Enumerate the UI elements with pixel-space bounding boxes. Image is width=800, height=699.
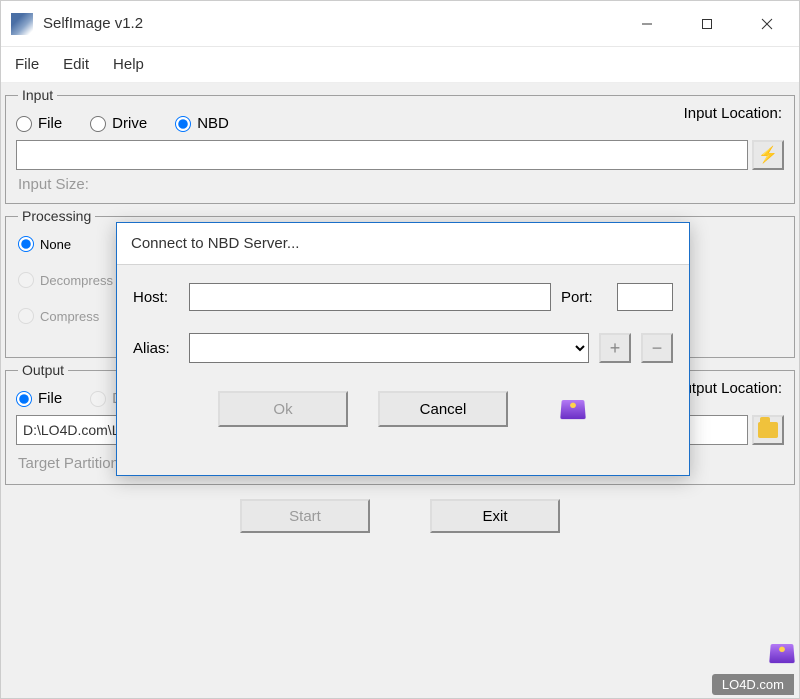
- watermark: LO4D.com: [712, 674, 794, 695]
- menubar: File Edit Help: [1, 47, 799, 83]
- corner-help-button[interactable]: [770, 643, 794, 663]
- minimize-button[interactable]: [617, 3, 677, 45]
- bolt-icon: ⚡: [758, 145, 778, 165]
- input-location-label: Input Location:: [682, 105, 784, 122]
- host-label: Host:: [133, 289, 179, 306]
- dialog-help-button[interactable]: [558, 394, 588, 424]
- dialog-title: Connect to NBD Server...: [117, 223, 689, 265]
- input-legend: Input: [18, 87, 57, 103]
- app-title: SelfImage v1.2: [43, 15, 143, 32]
- close-button[interactable]: [737, 3, 797, 45]
- book-icon: [560, 400, 586, 419]
- input-location-field[interactable]: [16, 140, 748, 170]
- port-label: Port:: [561, 289, 607, 306]
- dialog-ok-button[interactable]: Ok: [218, 391, 348, 427]
- titlebar: SelfImage v1.2: [1, 1, 799, 47]
- alias-add-button[interactable]: +: [599, 333, 631, 363]
- menu-help[interactable]: Help: [113, 56, 144, 73]
- alias-select[interactable]: [189, 333, 589, 363]
- input-size-label: Input Size:: [16, 170, 784, 193]
- app-icon: [11, 13, 33, 35]
- plus-icon: +: [610, 338, 621, 359]
- book-icon: [769, 644, 795, 663]
- output-browse-button[interactable]: [752, 415, 784, 445]
- port-input[interactable]: [617, 283, 673, 311]
- output-radio-file[interactable]: File: [16, 390, 62, 407]
- output-legend: Output: [18, 362, 68, 378]
- folder-icon: [758, 422, 778, 438]
- alias-label: Alias:: [133, 340, 179, 357]
- nbd-connect-dialog: Connect to NBD Server... Host: Port: Ali…: [116, 222, 690, 476]
- alias-remove-button[interactable]: −: [641, 333, 673, 363]
- window-controls: [617, 3, 797, 45]
- menu-file[interactable]: File: [15, 56, 39, 73]
- maximize-button[interactable]: [677, 3, 737, 45]
- input-radio-nbd[interactable]: NBD: [175, 115, 229, 132]
- exit-button[interactable]: Exit: [430, 499, 560, 533]
- host-input[interactable]: [189, 283, 551, 311]
- input-radio-drive[interactable]: Drive: [90, 115, 147, 132]
- dialog-cancel-button[interactable]: Cancel: [378, 391, 508, 427]
- bottom-bar: Start Exit: [5, 489, 795, 547]
- input-radio-file[interactable]: File: [16, 115, 62, 132]
- menu-edit[interactable]: Edit: [63, 56, 89, 73]
- input-browse-button[interactable]: ⚡: [752, 140, 784, 170]
- input-groupbox: Input Input Location: File Drive NBD ⚡ I…: [5, 87, 795, 204]
- minus-icon: −: [652, 338, 663, 359]
- processing-legend: Processing: [18, 208, 95, 224]
- start-button[interactable]: Start: [240, 499, 370, 533]
